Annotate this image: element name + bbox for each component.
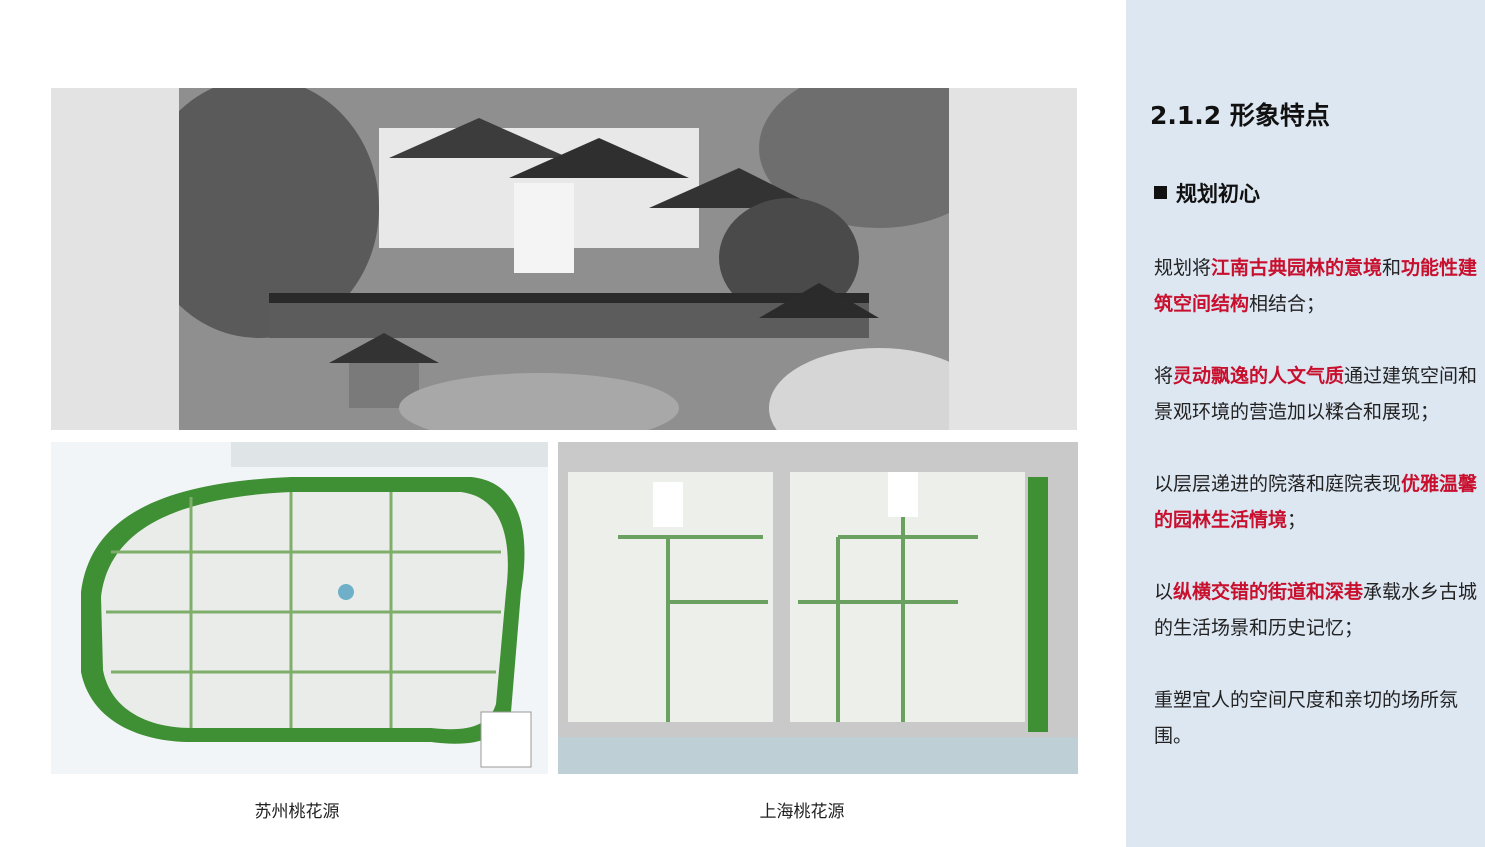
shanghai-site-plan-drawing	[558, 442, 1078, 774]
body-paragraphs: 规划将江南古典园林的意境和功能性建筑空间结构相结合； 将灵动飘逸的人文气质通过建…	[1154, 250, 1478, 790]
sidebar-panel: 2.1.2 形象特点 规划初心 规划将江南古典园林的意境和功能性建筑空间结构相结…	[1126, 0, 1485, 847]
section-title: 2.1.2 形象特点	[1150, 101, 1330, 130]
suzhou-site-plan-drawing	[51, 442, 548, 774]
p3-text-a: 以层层递进的院落和庭院表现	[1154, 473, 1402, 495]
paragraph-5: 重塑宜人的空间尺度和亲切的场所氛围。	[1154, 682, 1478, 754]
caption-suzhou: 苏州桃花源	[254, 802, 340, 822]
p2-highlight: 灵动飘逸的人文气质	[1173, 365, 1345, 387]
paragraph-4: 以纵横交错的街道和深巷承载水乡古城的生活场景和历史记忆；	[1154, 574, 1478, 646]
p4-highlight: 纵横交错的街道和深巷	[1173, 581, 1364, 603]
paragraph-3: 以层层递进的院落和庭院表现优雅温馨的园林生活情境；	[1154, 466, 1478, 538]
garden-model-photo-frame	[51, 88, 1077, 430]
garden-model-illustration	[179, 88, 949, 430]
paragraph-2: 将灵动飘逸的人文气质通过建筑空间和景观环境的营造加以糅合和展现；	[1154, 358, 1478, 430]
p2-text-a: 将	[1154, 365, 1174, 387]
p4-text-a: 以	[1154, 581, 1174, 603]
p1-text-b: 和	[1382, 257, 1402, 279]
p1-text-c: 相结合；	[1249, 293, 1326, 315]
shanghai-site-plan	[558, 442, 1078, 774]
garden-model-photo	[179, 88, 949, 430]
p1-text-a: 规划将	[1154, 257, 1212, 279]
suzhou-site-plan	[51, 442, 548, 774]
sub-title: 规划初心	[1154, 178, 1260, 208]
paragraph-1: 规划将江南古典园林的意境和功能性建筑空间结构相结合；	[1154, 250, 1478, 322]
square-bullet-icon	[1154, 186, 1167, 199]
p1-highlight-a: 江南古典园林的意境	[1211, 257, 1383, 279]
caption-shanghai: 上海桃花源	[759, 802, 845, 822]
p5-text: 重塑宜人的空间尺度和亲切的场所氛围。	[1154, 689, 1459, 747]
sub-title-text: 规划初心	[1176, 182, 1260, 206]
p3-text-b: ；	[1287, 509, 1307, 531]
